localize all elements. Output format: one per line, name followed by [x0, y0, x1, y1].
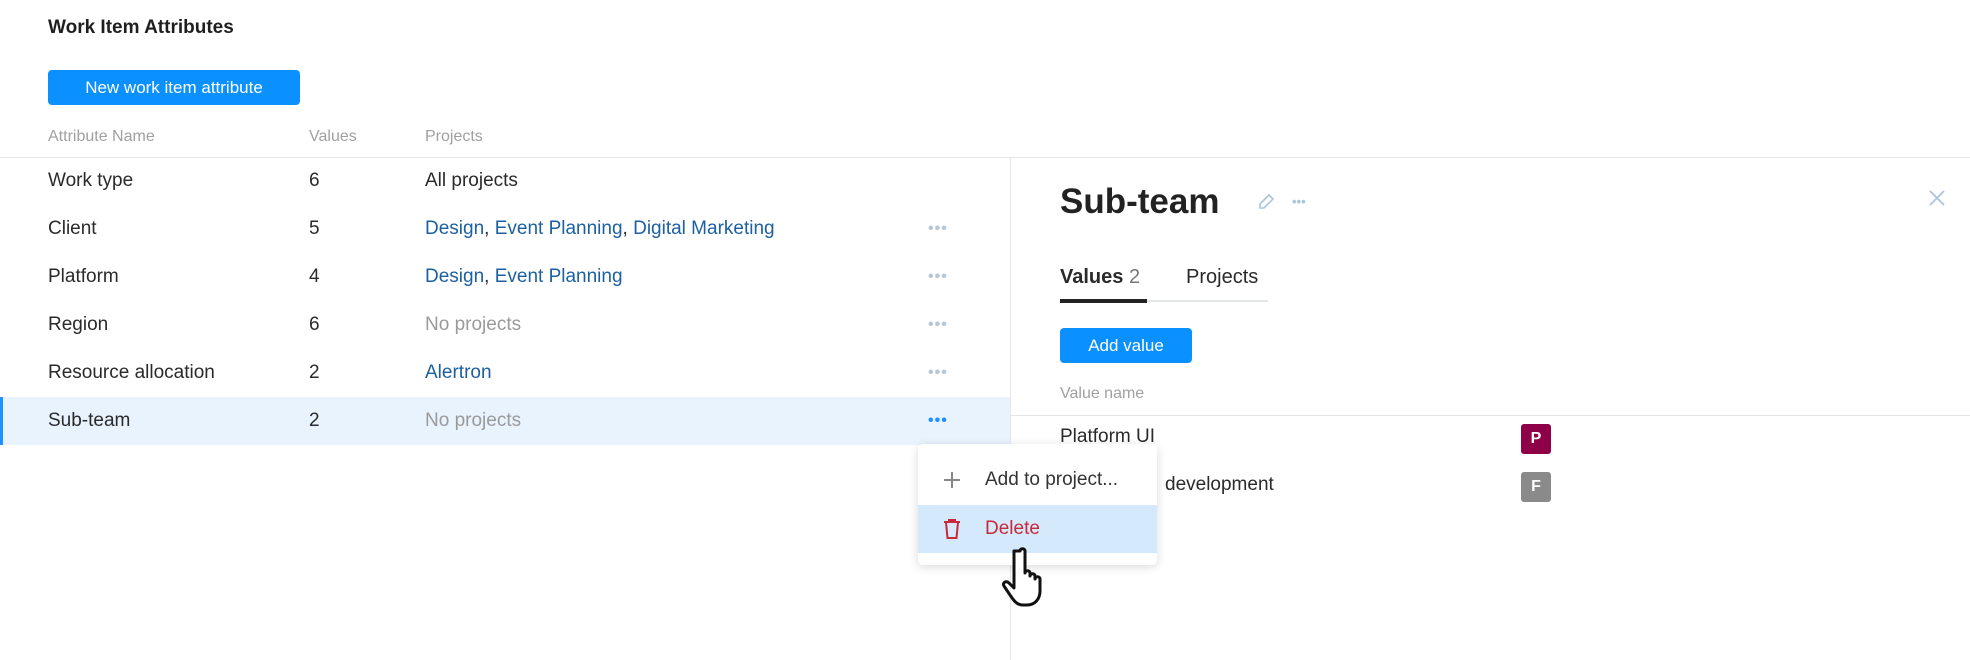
attribute-name: Work type	[48, 170, 134, 191]
attribute-values-count: 2	[309, 410, 320, 431]
table-row[interactable]: Region 6 No projects •••	[0, 301, 1010, 349]
row-more-icon[interactable]: •••	[928, 412, 948, 430]
value-badge: P	[1521, 424, 1551, 454]
attribute-name: Resource allocation	[48, 362, 215, 383]
attribute-projects: No projects	[425, 410, 521, 432]
table-row[interactable]: Platform 4 Design, Event Planning •••	[0, 253, 1010, 301]
attribute-values-count: 4	[309, 266, 320, 287]
project-link[interactable]: Digital Marketing	[633, 218, 775, 239]
project-link[interactable]: Design	[425, 266, 484, 287]
row-more-icon[interactable]: •••	[928, 268, 948, 286]
column-header-projects: Projects	[425, 128, 483, 145]
row-more-icon[interactable]: •••	[928, 316, 948, 334]
edit-pencil-icon[interactable]	[1256, 192, 1276, 212]
row-more-icon[interactable]: •••	[928, 364, 948, 382]
project-label: All projects	[425, 170, 518, 191]
attribute-name: Region	[48, 314, 109, 335]
value-name-header: Value name	[1060, 385, 1145, 402]
tab-values-label: Values	[1060, 266, 1124, 288]
attribute-projects: All projects	[425, 170, 518, 192]
panel-more-icon[interactable]: •••	[1292, 194, 1306, 209]
plus-icon	[944, 472, 960, 488]
attribute-projects: Alertron	[425, 362, 492, 384]
add-value-button[interactable]: Add value	[1060, 328, 1192, 363]
row-more-icon[interactable]: •••	[928, 220, 948, 238]
trash-icon	[944, 519, 960, 539]
separator: ,	[484, 218, 495, 239]
tab-values[interactable]: Values 2	[1060, 266, 1140, 289]
attribute-name: Client	[48, 218, 97, 239]
project-label: No projects	[425, 314, 522, 335]
attribute-projects: Design, Event Planning	[425, 266, 623, 288]
value-name: development	[1165, 474, 1274, 495]
project-label: No projects	[425, 410, 522, 431]
column-header-name: Attribute Name	[48, 128, 155, 145]
close-icon[interactable]	[1928, 189, 1946, 207]
menu-item-label: Delete	[985, 518, 1040, 539]
hand-cursor-icon	[1002, 547, 1042, 607]
table-row[interactable]: Work type 6 All projects	[0, 157, 1010, 205]
attribute-values-count: 5	[309, 218, 320, 239]
project-link[interactable]: Event Planning	[495, 266, 623, 287]
tab-values-count: 2	[1128, 266, 1141, 288]
table-row[interactable]: Client 5 Design, Event Planning, Digital M…	[0, 205, 1010, 253]
separator: ,	[622, 218, 634, 239]
table-row[interactable]: Sub-team 2 No projects •••	[0, 397, 1010, 445]
attribute-values-count: 6	[309, 314, 320, 335]
panel-title: Sub-team	[1060, 182, 1220, 221]
values-divider	[1010, 415, 1970, 416]
table-row[interactable]: Resource allocation 2 Alertron •••	[0, 349, 1010, 397]
attribute-projects: Design, Event Planning, Digital Marketin…	[425, 218, 775, 240]
separator: ,	[484, 266, 495, 287]
new-work-item-attribute-button[interactable]: New work item attribute	[48, 70, 300, 105]
project-link[interactable]: Event Planning	[495, 218, 623, 239]
attribute-values-count: 6	[309, 170, 320, 191]
attribute-values-count: 2	[309, 362, 320, 383]
menu-item-label: Add to project...	[985, 469, 1119, 490]
project-link[interactable]: Design	[425, 218, 484, 239]
attribute-projects: No projects	[425, 314, 521, 336]
tab-active-indicator	[1060, 299, 1147, 303]
value-badge: F	[1521, 472, 1551, 502]
attribute-name: Sub-team	[48, 410, 131, 431]
tab-projects[interactable]: Projects	[1186, 266, 1258, 289]
menu-item-add-to-project[interactable]: Add to project...	[918, 456, 1157, 504]
column-header-values: Values	[309, 128, 357, 145]
page-title: Work Item Attributes	[48, 17, 234, 38]
attribute-name: Platform	[48, 266, 119, 287]
project-link[interactable]: Alertron	[425, 362, 492, 383]
